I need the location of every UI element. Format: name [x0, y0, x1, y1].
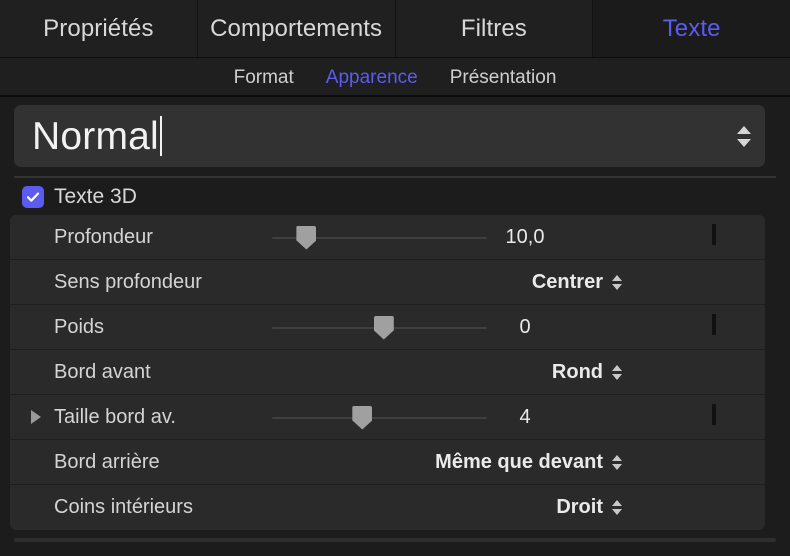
popup-stepper[interactable]: [612, 500, 622, 515]
tab-texte[interactable]: Texte: [593, 0, 790, 58]
parameter-popup-button[interactable]: Centrer: [532, 271, 622, 294]
checkmark-icon: [25, 189, 41, 205]
popup-stepper[interactable]: [612, 365, 622, 380]
keyframe-diamond-shape: [712, 224, 716, 245]
chevron-down-icon[interactable]: [612, 284, 622, 290]
chevron-down-icon[interactable]: [612, 374, 622, 380]
chevron-up-icon[interactable]: [612, 455, 622, 461]
parameter-value-field[interactable]: 4: [440, 406, 610, 429]
parameter-popup-button[interactable]: Rond: [552, 361, 622, 384]
parameter-value-field[interactable]: 0: [440, 316, 610, 339]
text-style-popup-button[interactable]: Normal: [14, 105, 765, 167]
parameter-row: Bord arrière Même que devant: [10, 440, 765, 485]
parameter-popup-value: Rond: [552, 361, 603, 384]
parameter-label: Sens profondeur: [54, 271, 202, 294]
chevron-up-icon[interactable]: [737, 126, 751, 134]
parameter-row: Bord avant Rond: [10, 350, 765, 395]
text-cursor: [160, 116, 162, 156]
chevron-up-icon[interactable]: [612, 365, 622, 371]
inspector-subtab-bar: Format Apparence Présentation: [0, 58, 790, 97]
keyframe-diamond-icon[interactable]: [712, 406, 734, 428]
tab-comportements[interactable]: Comportements: [198, 0, 396, 58]
subtab-apparence[interactable]: Apparence: [326, 67, 418, 89]
parameter-list: Profondeur 10,0 Sens profondeur Centrer Poid…: [10, 215, 765, 530]
parameter-label: Bord avant: [54, 361, 151, 384]
parameter-popup-button[interactable]: Même que devant: [435, 451, 622, 474]
disclosure-triangle-icon[interactable]: [31, 410, 41, 424]
inspector-tab-bar: PropriétésComportementsFiltresTexte: [0, 0, 790, 58]
keyframe-diamond-icon[interactable]: [712, 316, 734, 338]
tab-filtres[interactable]: Filtres: [396, 0, 594, 58]
keyframe-diamond-icon[interactable]: [712, 226, 734, 248]
keyframe-diamond-shape: [712, 404, 716, 425]
chevron-down-icon[interactable]: [612, 464, 622, 470]
slider-thumb[interactable]: [352, 406, 372, 430]
parameter-row: Coins intérieurs Droit: [10, 485, 765, 530]
parameter-popup-button[interactable]: Droit: [556, 496, 622, 519]
text-style-stepper[interactable]: [737, 126, 751, 147]
parameter-label: Bord arrière: [54, 451, 160, 474]
popup-stepper[interactable]: [612, 275, 622, 290]
parameter-label: Taille bord av.: [54, 406, 176, 429]
parameter-label: Profondeur: [54, 226, 153, 249]
chevron-up-icon[interactable]: [612, 275, 622, 281]
style-popup-container: Normal: [0, 97, 790, 167]
keyframe-diamond-shape: [712, 314, 716, 335]
chevron-down-icon[interactable]: [737, 139, 751, 147]
parameter-row: Profondeur 10,0: [10, 215, 765, 260]
text-style-value: Normal: [32, 117, 159, 156]
text-3d-row[interactable]: Texte 3D: [0, 178, 790, 215]
bottom-divider: [14, 538, 776, 542]
text-3d-checkbox[interactable]: [22, 186, 44, 208]
parameter-popup-value: Même que devant: [435, 451, 603, 474]
parameter-row: Poids 0: [10, 305, 765, 350]
parameter-label: Coins intérieurs: [54, 496, 193, 519]
text-3d-label: Texte 3D: [54, 185, 137, 209]
parameter-row: Sens profondeur Centrer: [10, 260, 765, 305]
popup-stepper[interactable]: [612, 455, 622, 470]
tab-proprits[interactable]: Propriétés: [0, 0, 198, 58]
slider-thumb[interactable]: [296, 226, 316, 250]
parameter-value-field[interactable]: 10,0: [440, 226, 610, 249]
parameter-popup-value: Centrer: [532, 271, 603, 294]
chevron-up-icon[interactable]: [612, 500, 622, 506]
slider-thumb[interactable]: [374, 316, 394, 340]
subtab-prsentation[interactable]: Présentation: [450, 67, 557, 89]
parameter-row: Taille bord av. 4: [10, 395, 765, 440]
parameter-label: Poids: [54, 316, 104, 339]
parameter-popup-value: Droit: [556, 496, 603, 519]
chevron-down-icon[interactable]: [612, 509, 622, 515]
footer-spacer: [0, 530, 790, 538]
subtab-format[interactable]: Format: [234, 67, 294, 89]
